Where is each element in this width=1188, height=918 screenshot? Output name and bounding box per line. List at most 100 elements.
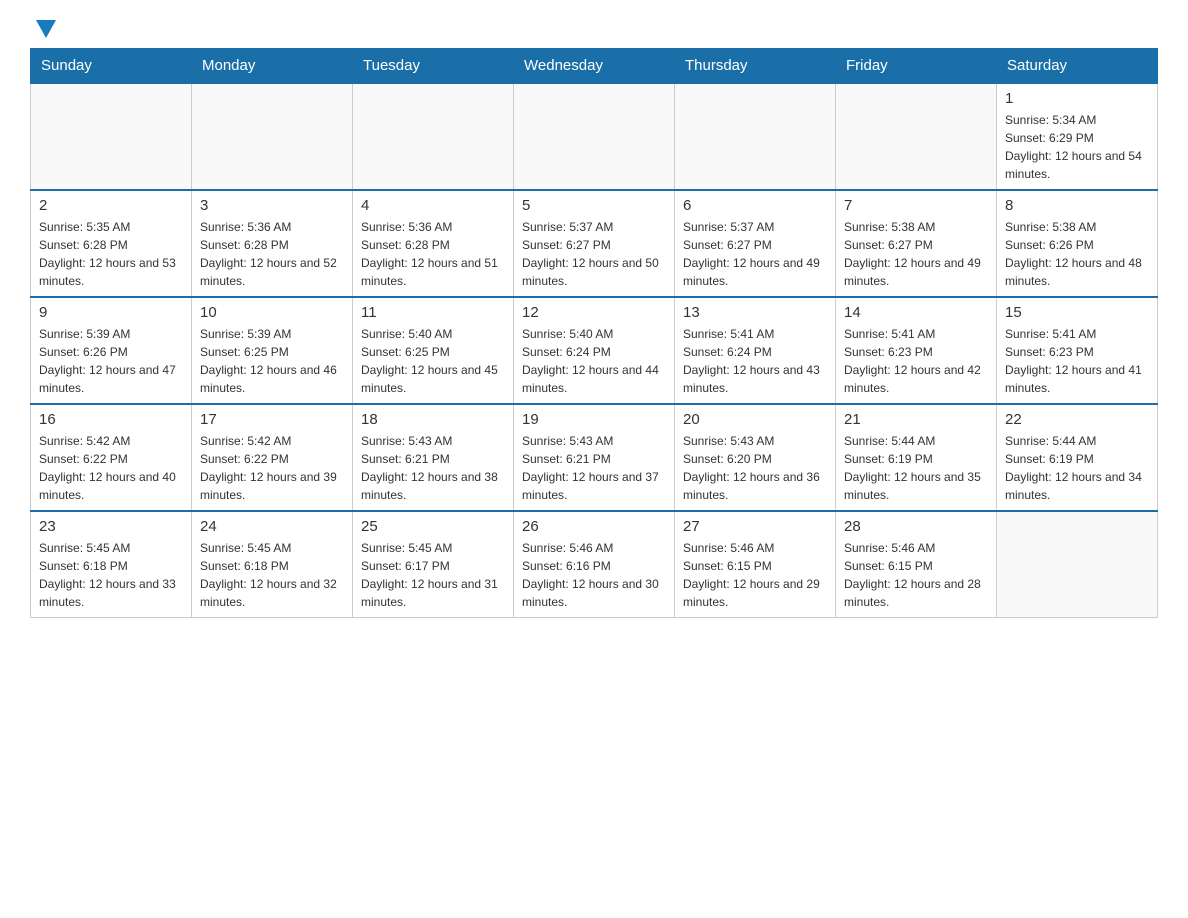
day-info: Sunrise: 5:46 AMSunset: 6:15 PMDaylight:… [683,539,827,611]
calendar-day-cell: 2Sunrise: 5:35 AMSunset: 6:28 PMDaylight… [31,190,192,297]
calendar-day-cell [675,83,836,190]
calendar-day-cell: 8 Sunrise: 5:38 AMSunset: 6:26 PMDaylight… [997,190,1158,297]
day-info: Sunrise: 5:43 AMSunset: 6:21 PMDaylight:… [522,432,666,504]
calendar-week-row: 16 Sunrise: 5:42 AMSunset: 6:22 PMDayligh… [31,404,1158,511]
day-info: Sunrise: 5:40 AMSunset: 6:24 PMDaylight:… [522,325,666,397]
calendar-day-cell: 14 Sunrise: 5:41 AMSunset: 6:23 PMDayligh… [836,297,997,404]
page-header [30,20,1158,38]
calendar-day-cell [31,83,192,190]
day-number: 3 [200,197,344,214]
day-info: Sunrise: 5:43 AMSunset: 6:21 PMDaylight:… [361,432,505,504]
day-info: Sunrise: 5:38 AMSunset: 6:27 PMDaylight:… [844,218,988,290]
calendar-day-cell: 28 Sunrise: 5:46 AMSunset: 6:15 PMDayligh… [836,511,997,618]
calendar-day-cell [997,511,1158,618]
day-number: 23 [39,518,183,535]
calendar-day-cell: 24Sunrise: 5:45 AMSunset: 6:18 PMDayligh… [192,511,353,618]
calendar-day-cell: 10 Sunrise: 5:39 AMSunset: 6:25 PMDayligh… [192,297,353,404]
day-info: Sunrise: 5:41 AMSunset: 6:23 PMDaylight:… [844,325,988,397]
day-info: Sunrise: 5:36 AMSunset: 6:28 PMDaylight:… [200,218,344,290]
day-info: Sunrise: 5:38 AMSunset: 6:26 PMDaylight:… [1005,218,1149,290]
calendar-week-row: 1 Sunrise: 5:34 AMSunset: 6:29 PMDaylight… [31,83,1158,190]
day-info: Sunrise: 5:44 AMSunset: 6:19 PMDaylight:… [1005,432,1149,504]
day-number: 20 [683,411,827,428]
calendar-day-cell: 22 Sunrise: 5:44 AMSunset: 6:19 PMDayligh… [997,404,1158,511]
day-number: 24 [200,518,344,535]
calendar-day-cell: 19 Sunrise: 5:43 AMSunset: 6:21 PMDayligh… [514,404,675,511]
day-number: 19 [522,411,666,428]
day-number: 17 [200,411,344,428]
day-number: 9 [39,304,183,321]
day-number: 6 [683,197,827,214]
day-info: Sunrise: 5:39 AMSunset: 6:25 PMDaylight:… [200,325,344,397]
weekday-header-friday: Friday [836,49,997,84]
day-number: 8 [1005,197,1149,214]
weekday-header-thursday: Thursday [675,49,836,84]
day-info: Sunrise: 5:45 AMSunset: 6:17 PMDaylight:… [361,539,505,611]
day-number: 21 [844,411,988,428]
day-info: Sunrise: 5:46 AMSunset: 6:15 PMDaylight:… [844,539,988,611]
day-info: Sunrise: 5:36 AMSunset: 6:28 PMDaylight:… [361,218,505,290]
day-number: 4 [361,197,505,214]
logo [30,20,56,38]
calendar-day-cell: 4 Sunrise: 5:36 AMSunset: 6:28 PMDaylight… [353,190,514,297]
day-number: 16 [39,411,183,428]
day-number: 11 [361,304,505,321]
day-info: Sunrise: 5:37 AMSunset: 6:27 PMDaylight:… [522,218,666,290]
day-number: 26 [522,518,666,535]
weekday-header-saturday: Saturday [997,49,1158,84]
day-number: 1 [1005,90,1149,107]
day-info: Sunrise: 5:34 AMSunset: 6:29 PMDaylight:… [1005,111,1149,183]
day-info: Sunrise: 5:42 AMSunset: 6:22 PMDaylight:… [39,432,183,504]
day-number: 2 [39,197,183,214]
calendar-week-row: 9 Sunrise: 5:39 AMSunset: 6:26 PMDaylight… [31,297,1158,404]
day-number: 15 [1005,304,1149,321]
day-info: Sunrise: 5:43 AMSunset: 6:20 PMDaylight:… [683,432,827,504]
day-number: 14 [844,304,988,321]
calendar-day-cell [192,83,353,190]
day-info: Sunrise: 5:41 AMSunset: 6:24 PMDaylight:… [683,325,827,397]
calendar-day-cell: 21 Sunrise: 5:44 AMSunset: 6:19 PMDayligh… [836,404,997,511]
day-number: 13 [683,304,827,321]
calendar-day-cell: 27 Sunrise: 5:46 AMSunset: 6:15 PMDayligh… [675,511,836,618]
calendar-day-cell: 17 Sunrise: 5:42 AMSunset: 6:22 PMDayligh… [192,404,353,511]
calendar-day-cell: 23 Sunrise: 5:45 AMSunset: 6:18 PMDayligh… [31,511,192,618]
day-info: Sunrise: 5:46 AMSunset: 6:16 PMDaylight:… [522,539,666,611]
day-info: Sunrise: 5:37 AMSunset: 6:27 PMDaylight:… [683,218,827,290]
logo-blue-text [30,20,56,38]
day-number: 28 [844,518,988,535]
day-number: 18 [361,411,505,428]
calendar-day-cell [836,83,997,190]
day-info: Sunrise: 5:45 AMSunset: 6:18 PMDaylight:… [39,539,183,611]
calendar-day-cell: 11Sunrise: 5:40 AMSunset: 6:25 PMDayligh… [353,297,514,404]
calendar-week-row: 2Sunrise: 5:35 AMSunset: 6:28 PMDaylight… [31,190,1158,297]
day-number: 27 [683,518,827,535]
calendar-day-cell: 12 Sunrise: 5:40 AMSunset: 6:24 PMDayligh… [514,297,675,404]
day-info: Sunrise: 5:42 AMSunset: 6:22 PMDaylight:… [200,432,344,504]
calendar-table: SundayMondayTuesdayWednesdayThursdayFrid… [30,48,1158,618]
day-number: 5 [522,197,666,214]
weekday-header-sunday: Sunday [31,49,192,84]
calendar-day-cell: 20 Sunrise: 5:43 AMSunset: 6:20 PMDayligh… [675,404,836,511]
calendar-day-cell: 25Sunrise: 5:45 AMSunset: 6:17 PMDayligh… [353,511,514,618]
calendar-week-row: 23 Sunrise: 5:45 AMSunset: 6:18 PMDayligh… [31,511,1158,618]
day-number: 10 [200,304,344,321]
calendar-day-cell: 18 Sunrise: 5:43 AMSunset: 6:21 PMDayligh… [353,404,514,511]
logo-triangle-icon [36,20,56,38]
weekday-header-monday: Monday [192,49,353,84]
calendar-day-cell: 5 Sunrise: 5:37 AMSunset: 6:27 PMDaylight… [514,190,675,297]
calendar-header-row: SundayMondayTuesdayWednesdayThursdayFrid… [31,49,1158,84]
day-info: Sunrise: 5:44 AMSunset: 6:19 PMDaylight:… [844,432,988,504]
weekday-header-wednesday: Wednesday [514,49,675,84]
calendar-day-cell [353,83,514,190]
calendar-day-cell: 15 Sunrise: 5:41 AMSunset: 6:23 PMDayligh… [997,297,1158,404]
calendar-day-cell: 13 Sunrise: 5:41 AMSunset: 6:24 PMDayligh… [675,297,836,404]
calendar-day-cell: 9 Sunrise: 5:39 AMSunset: 6:26 PMDaylight… [31,297,192,404]
day-number: 22 [1005,411,1149,428]
day-info: Sunrise: 5:39 AMSunset: 6:26 PMDaylight:… [39,325,183,397]
calendar-day-cell: 16 Sunrise: 5:42 AMSunset: 6:22 PMDayligh… [31,404,192,511]
day-number: 7 [844,197,988,214]
day-number: 12 [522,304,666,321]
calendar-day-cell: 1 Sunrise: 5:34 AMSunset: 6:29 PMDaylight… [997,83,1158,190]
calendar-day-cell: 7 Sunrise: 5:38 AMSunset: 6:27 PMDaylight… [836,190,997,297]
day-info: Sunrise: 5:41 AMSunset: 6:23 PMDaylight:… [1005,325,1149,397]
